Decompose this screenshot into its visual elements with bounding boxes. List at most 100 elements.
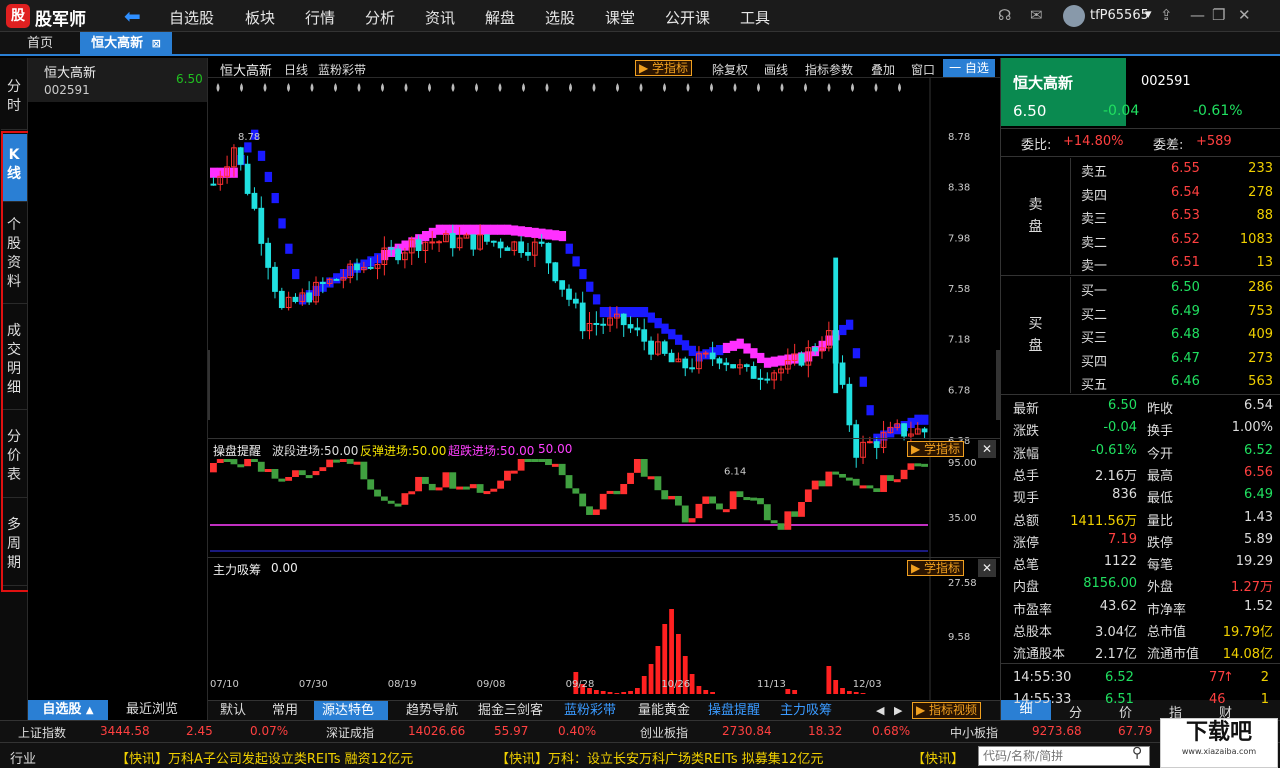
menu-item-sector[interactable]: 板块 xyxy=(245,7,275,28)
candle-body xyxy=(237,147,244,165)
kline-chart[interactable]: 8.788.387.987.587.186.786.388.786.1495.0… xyxy=(208,78,1000,700)
scroll-left-icon[interactable]: ◀ xyxy=(876,701,884,721)
stat-row[interactable]: 总额 1411.56万 量比 1.43 xyxy=(1001,507,1280,529)
news-item[interactable]: 【快讯】万科：设立长安万科广场类REITs 拟募集12亿元 xyxy=(496,748,823,767)
stat-row[interactable]: 内盘 8156.00 外盘 1.27万 xyxy=(1001,573,1280,595)
sell-order-row[interactable]: 卖二 6.52 1083 xyxy=(1001,229,1280,251)
sub1-learn-button[interactable]: ▶ 学指标 xyxy=(907,441,965,457)
tab-recent[interactable]: 最近浏览 xyxy=(112,700,192,720)
learn-indicator-button[interactable]: ▶ 学指标 xyxy=(635,60,693,76)
headset-icon[interactable]: ☊ xyxy=(998,6,1011,24)
menu-item-quotes[interactable]: 行情 xyxy=(305,7,335,28)
stat-row[interactable]: 流通股本 2.17亿 流通市值 14.08亿 xyxy=(1001,640,1280,662)
news-category[interactable]: 行业 xyxy=(10,748,36,767)
price-axis-label: 6.78 xyxy=(948,385,970,396)
draw-line-button[interactable]: 画线 xyxy=(764,61,788,78)
close-icon[interactable]: ✕ xyxy=(1238,6,1251,24)
ribbon-segment xyxy=(866,405,874,416)
back-arrow-icon[interactable]: ⬅ xyxy=(124,4,141,28)
indicator-video-button[interactable]: ▶ 指标视频 xyxy=(912,702,982,719)
adjust-rights-button[interactable]: 除复权 xyxy=(712,61,748,78)
indicator-params-button[interactable]: 指标参数 xyxy=(805,61,853,78)
ribbon-segment xyxy=(750,348,758,359)
menu-item-commentary[interactable]: 解盘 xyxy=(485,7,515,28)
sell-order-row[interactable]: 卖三 6.53 88 xyxy=(1001,205,1280,227)
stock-search-input[interactable] xyxy=(978,746,1150,766)
add-watchlist-button[interactable]: 一 自选 xyxy=(943,59,995,77)
sub2-close-icon[interactable]: ✕ xyxy=(978,559,996,577)
candle-body xyxy=(812,347,819,352)
sub1-close-icon[interactable]: ✕ xyxy=(978,440,996,458)
restore-icon[interactable]: ❐ xyxy=(1212,6,1225,24)
sub2-bar xyxy=(785,689,791,694)
candle-body xyxy=(395,248,401,261)
minimize-icon[interactable]: — xyxy=(1190,6,1205,24)
chart-period[interactable]: 日线 xyxy=(284,61,308,78)
mail-icon[interactable]: ✉ xyxy=(1030,6,1043,24)
stat-row[interactable]: 总笔 1122 每笔 19.29 xyxy=(1001,551,1280,573)
tick-row[interactable]: 14:55:30 6.52 77 ↑ 2 xyxy=(1001,667,1280,689)
menu-item-news[interactable]: 资讯 xyxy=(425,7,455,28)
menu-item-stock-picker[interactable]: 选股 xyxy=(545,7,575,28)
tab-close-icon[interactable]: ⊠ xyxy=(152,37,161,50)
indicator-tab-main-force[interactable]: 主力吸筹 xyxy=(780,701,832,721)
menu-item-watchlist[interactable]: 自选股 xyxy=(169,7,214,28)
sell-order-row[interactable]: 卖四 6.54 278 xyxy=(1001,182,1280,204)
indicator-tab-trend[interactable]: 趋势导航 xyxy=(406,701,458,721)
indicator-tab-volume-gold[interactable]: 量能黄金 xyxy=(638,701,690,721)
stat-row[interactable]: 涨跌 -0.04 换手 1.00% xyxy=(1001,417,1280,439)
indicator-tab-yuanda[interactable]: 源达特色 xyxy=(314,701,388,721)
stat-row[interactable]: 最新 6.50 昨收 6.54 xyxy=(1001,395,1280,417)
menu-item-classroom[interactable]: 课堂 xyxy=(605,7,635,28)
buy-order-row[interactable]: 买三 6.48 409 xyxy=(1001,324,1280,346)
menu-item-analysis[interactable]: 分析 xyxy=(365,7,395,28)
indicator-tab-three-swords[interactable]: 掘金三剑客 xyxy=(478,701,543,721)
stat-row[interactable]: 总手 2.16万 最高 6.56 xyxy=(1001,462,1280,484)
buy-order-row[interactable]: 买二 6.49 753 xyxy=(1001,301,1280,323)
username[interactable]: tfP65565 xyxy=(1090,8,1149,23)
stat-row[interactable]: 涨幅 -0.61% 今开 6.52 xyxy=(1001,440,1280,462)
avatar[interactable] xyxy=(1063,5,1085,27)
overlay-button[interactable]: 叠加 xyxy=(871,61,895,78)
sub1-bar xyxy=(729,491,737,510)
indicator-tab-common[interactable]: 常用 xyxy=(272,701,298,721)
candle-body xyxy=(716,358,723,364)
order-price: 6.55 xyxy=(1171,161,1200,176)
date-axis-label: 08/19 xyxy=(388,679,417,690)
menu-item-tools[interactable]: 工具 xyxy=(740,7,770,28)
index-field: 0.68% xyxy=(872,724,911,738)
date-axis-label: 07/30 xyxy=(299,679,328,690)
tick-row[interactable]: 14:55:33 6.51 46 1 xyxy=(1001,689,1280,711)
candle-body xyxy=(306,292,313,303)
stat-value: 1.52 xyxy=(1244,598,1273,614)
tab-active-stock[interactable]: 恒大高新 ⊠ xyxy=(80,32,172,56)
news-item[interactable]: 【快讯】 xyxy=(912,748,964,767)
indicator-tab-default[interactable]: 默认 xyxy=(220,701,246,721)
stat-row[interactable]: 总股本 3.04亿 总市值 19.79亿 xyxy=(1001,618,1280,640)
scroll-right-icon[interactable]: ▶ xyxy=(894,701,902,721)
sub1-bar xyxy=(442,472,450,488)
buy-order-row[interactable]: 买五 6.46 563 xyxy=(1001,371,1280,393)
indicator-tab-blue-pink[interactable]: 蓝粉彩带 xyxy=(564,701,616,721)
stock-list-row[interactable]: 恒大高新 002591 6.50 xyxy=(28,58,207,102)
tab-watchlist[interactable]: 自选股 ▲ xyxy=(28,700,108,720)
news-item[interactable]: 【快讯】万科A子公司发起设立类REITs 融资12亿元 xyxy=(116,748,413,767)
stat-row[interactable]: 现手 836 最低 6.49 xyxy=(1001,484,1280,506)
stat-row[interactable]: 涨停 7.19 跌停 5.89 xyxy=(1001,529,1280,551)
upload-icon[interactable]: ⇪ xyxy=(1160,6,1173,24)
low-price-label: 6.14 xyxy=(724,466,746,477)
window-button[interactable]: 窗口 xyxy=(911,61,935,78)
flame-signal-icon xyxy=(287,83,290,92)
tab-home[interactable]: 首页 xyxy=(12,32,68,56)
sub2-learn-button[interactable]: ▶ 学指标 xyxy=(907,560,965,576)
user-dropdown-caret-icon[interactable]: ▾ xyxy=(1145,7,1152,22)
buy-order-row[interactable]: 买四 6.47 273 xyxy=(1001,348,1280,370)
candle-body xyxy=(682,358,689,369)
sell-order-row[interactable]: 卖一 6.51 13 xyxy=(1001,252,1280,274)
indicator-tab-trade-alert[interactable]: 操盘提醒 xyxy=(708,701,760,721)
buy-order-row[interactable]: 买一 6.50 286 xyxy=(1001,277,1280,299)
sell-order-row[interactable]: 卖五 6.55 233 xyxy=(1001,158,1280,180)
stat-row[interactable]: 市盈率 43.62 市净率 1.52 xyxy=(1001,596,1280,618)
tab-intraday[interactable]: 分时 xyxy=(1,72,27,130)
menu-item-public-class[interactable]: 公开课 xyxy=(665,7,710,28)
